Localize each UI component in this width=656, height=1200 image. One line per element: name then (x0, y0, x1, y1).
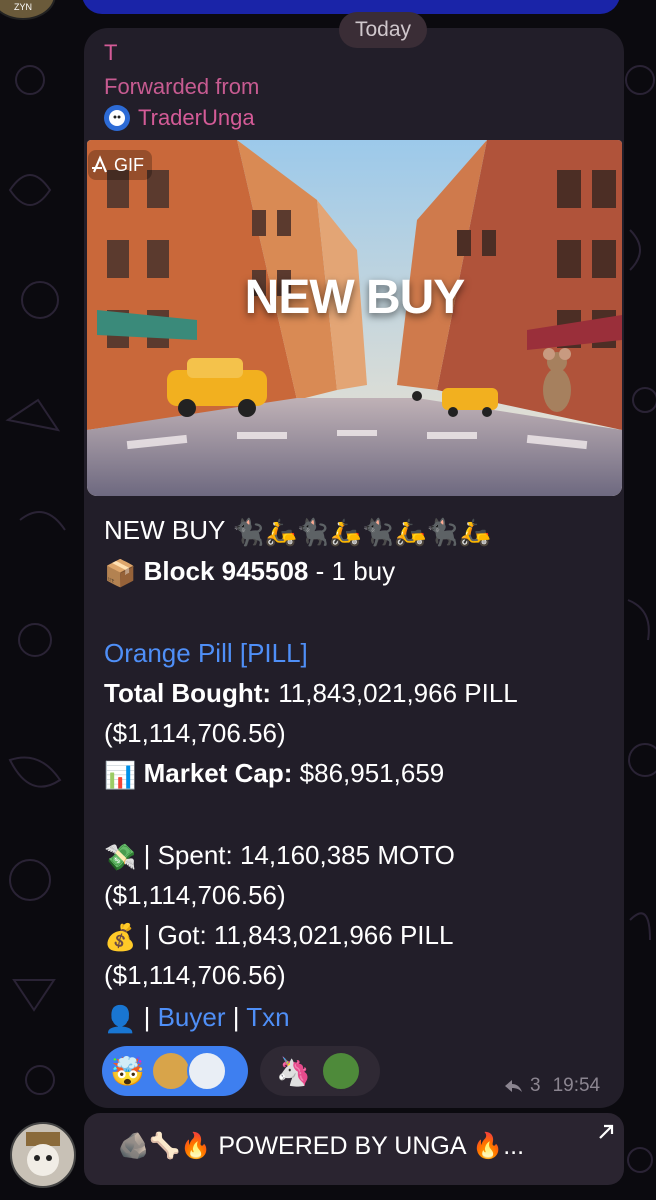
link-separator: | (225, 1002, 247, 1032)
total-bought-label: Total Bought: (104, 678, 272, 708)
got-usd: ($1,114,706.56) (104, 960, 286, 990)
media-overlay-text: NEW BUY (244, 271, 466, 324)
market-cap-line: 📊 Market Cap: $86,951,659 (104, 756, 444, 792)
forwarded-label: Forwarded from (104, 74, 260, 99)
channel-avatar-icon (104, 105, 130, 131)
user-silhouette-icon: 👤 (104, 1004, 137, 1035)
reactor-avatar-icon (150, 1051, 191, 1091)
spent-line: 💸 | Spent: 14,160,385 MOTO (104, 838, 455, 874)
got-line: 💰 | Got: 11,843,021,966 PILL (104, 918, 453, 954)
avatar-label: ZYN (14, 2, 32, 12)
gif-badge: GIF (88, 150, 152, 180)
market-cap-value: $86,951,659 (292, 758, 445, 788)
total-bought-line: Total Bought: 11,843,021,966 PILL (104, 676, 518, 710)
caveman-avatar-icon (26, 1132, 60, 1176)
reaction-unicorn[interactable]: 🦄 (260, 1046, 380, 1096)
money-bag-icon: 💰 (104, 922, 137, 953)
package-icon: 📦 (104, 558, 137, 589)
message-meta: 3 19:54 (504, 1072, 600, 1100)
mouse-character (543, 348, 571, 412)
reaction-mind-blown[interactable]: 🤯 (102, 1046, 248, 1096)
inline-button-label: 🪨🦴🔥 POWERED BY UNGA 🔥... (118, 1132, 525, 1160)
forward-count-icon (505, 1080, 522, 1092)
block-label: Block 945508 (143, 556, 309, 586)
got-text: | Got: 11,843,021,966 PILL (136, 920, 454, 950)
mind-blown-emoji-icon: 🤯 (110, 1055, 145, 1087)
txn-link[interactable]: Txn (246, 1002, 289, 1032)
gif-label: GIF (114, 154, 144, 175)
spent-text: | Spent: 14,160,385 MOTO (136, 840, 455, 870)
reactor-avatar-icon (320, 1051, 361, 1091)
message-time: 19:54 (552, 1075, 601, 1096)
reactor-avatar-icon (186, 1051, 227, 1091)
headline-text: NEW BUY (104, 515, 225, 545)
message-headline: NEW BUY 🐈‍⬛🛵🐈‍⬛🛵🐈‍⬛🛵🐈‍⬛🛵 (104, 513, 491, 549)
previous-sender-avatar[interactable]: ZYN (0, 0, 56, 20)
sender-name[interactable]: T (104, 40, 117, 66)
market-cap-label: Market Cap: (143, 758, 293, 788)
reactions-bar: 🤯 🦄 (102, 1046, 380, 1096)
forward-count: 3 (530, 1075, 541, 1096)
buyer-link[interactable]: Buyer (158, 1002, 226, 1032)
money-wings-icon: 💸 (104, 842, 137, 873)
bot-avatar[interactable] (10, 1122, 76, 1188)
gif-autoplay-icon (92, 155, 108, 173)
forwarded-channel-name[interactable]: TraderUnga (138, 105, 255, 131)
forwarded-source[interactable]: TraderUnga (104, 104, 255, 132)
unicorn-emoji-icon: 🦄 (276, 1055, 311, 1087)
token-link[interactable]: Orange Pill [PILL] (104, 636, 308, 670)
external-link-arrow-icon (599, 1124, 614, 1139)
total-bought-usd: ($1,114,706.56) (104, 718, 286, 748)
total-bought-value: 11,843,021,966 PILL (271, 678, 518, 708)
headline-emoji: 🐈‍⬛🛵🐈‍⬛🛵🐈‍⬛🛵🐈‍⬛🛵 (232, 517, 492, 548)
link-separator: | (136, 1002, 158, 1032)
links-line: 👤 | Buyer | Txn (104, 1000, 290, 1036)
date-separator: Today (339, 12, 427, 48)
bar-chart-icon: 📊 (104, 760, 137, 791)
block-suffix: - 1 buy (308, 556, 396, 586)
block-line: 📦 Block 945508 - 1 buy (104, 554, 395, 590)
spent-usd: ($1,114,706.56) (104, 880, 286, 910)
